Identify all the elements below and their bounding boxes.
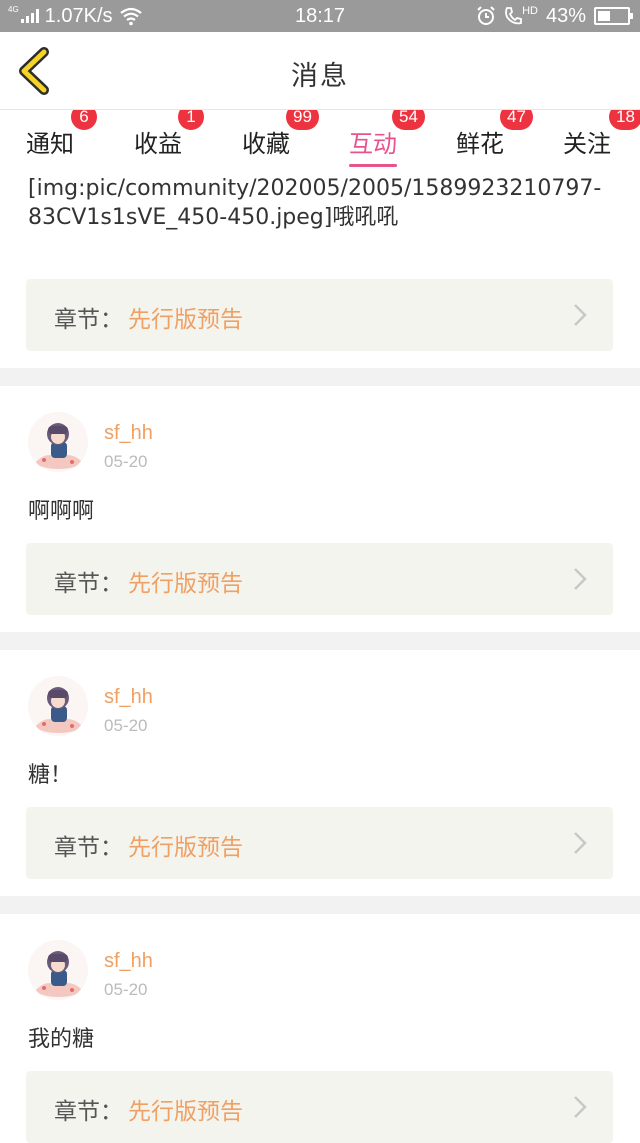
- chapter-label: 章节：: [54, 1099, 123, 1125]
- message-text: 糖！: [28, 763, 73, 788]
- tab-follow[interactable]: 关注: [563, 124, 611, 159]
- tab-bar: 通知 6 收益 1 收藏 99 互动 54 鲜花 47 关注 18: [0, 110, 640, 168]
- chapter-name: 先行版预告: [128, 307, 243, 333]
- chevron-right-icon: [574, 304, 587, 326]
- battery-percent: 43%: [545, 4, 586, 27]
- chapter-link[interactable]: 章节： 先行版预告: [26, 1071, 613, 1143]
- chapter-link[interactable]: 章节： 先行版预告: [26, 543, 613, 615]
- avatar-image: [28, 940, 88, 1000]
- chapter-label: 章节：: [54, 571, 123, 597]
- tab-badge: 6: [71, 110, 97, 130]
- list-item: sf_hh 05-20 啊啊啊 章节： 先行版预告: [0, 386, 640, 632]
- tab-label: 关注: [563, 130, 611, 158]
- message-text: [img:pic/community/202005/2005/158992321…: [28, 176, 602, 230]
- tab-badge: 47: [500, 110, 533, 130]
- chapter-label: 章节：: [54, 307, 123, 333]
- divider: [0, 896, 640, 914]
- tab-favorites[interactable]: 收藏: [242, 124, 290, 159]
- tab-badge: 54: [392, 110, 425, 130]
- tab-income[interactable]: 收益: [134, 124, 182, 159]
- chapter-name: 先行版预告: [128, 1099, 243, 1125]
- tab-label: 通知: [26, 130, 74, 158]
- status-right: HD 43%: [476, 4, 633, 27]
- tab-label: 互动: [349, 130, 397, 158]
- tab-notice[interactable]: 通知: [26, 124, 74, 159]
- hd-label: HD: [522, 5, 538, 17]
- post-date: 05-20: [104, 716, 148, 735]
- message-text: 我的糖: [28, 1027, 95, 1052]
- chapter-label: 章节：: [54, 835, 123, 861]
- avatar[interactable]: [28, 412, 88, 472]
- tab-label: 鲜花: [456, 130, 504, 158]
- username[interactable]: sf_hh: [104, 686, 153, 709]
- post-date: 05-20: [104, 452, 148, 471]
- tab-interaction[interactable]: 互动: [349, 124, 397, 167]
- avatar[interactable]: [28, 676, 88, 736]
- chapter-link[interactable]: 章节： 先行版预告: [26, 807, 613, 879]
- avatar-image: [28, 676, 88, 736]
- status-bar: 4G 1.07K/s 18:17 HD 43%: [0, 0, 640, 32]
- tab-label: 收藏: [242, 130, 290, 158]
- call-icon: [505, 7, 522, 25]
- battery-icon: [594, 7, 633, 25]
- chapter-name: 先行版预告: [128, 835, 243, 861]
- message-text: 啊啊啊: [28, 499, 95, 524]
- list-item: sf_hh 05-20 糖！ 章节： 先行版预告: [0, 650, 640, 896]
- title-bar: 消息: [0, 32, 640, 110]
- chapter-name: 先行版预告: [128, 571, 243, 597]
- chapter-link[interactable]: 章节： 先行版预告: [26, 279, 613, 351]
- list-item: sf_hh 05-20 我的糖 章节： 先行版预告: [0, 914, 640, 1143]
- chevron-right-icon: [574, 1096, 587, 1118]
- tab-badge: 18: [609, 110, 640, 130]
- active-tab-indicator: [349, 164, 397, 167]
- username[interactable]: sf_hh: [104, 950, 153, 973]
- post-date: 05-20: [104, 980, 148, 999]
- alarm-icon: [477, 6, 495, 25]
- tab-badge: 99: [286, 110, 319, 130]
- tab-label: 收益: [134, 130, 182, 158]
- divider: [0, 632, 640, 650]
- divider: [0, 368, 640, 386]
- tab-flowers[interactable]: 鲜花: [456, 124, 504, 159]
- list-item: [img:pic/community/202005/2005/158992321…: [0, 168, 640, 368]
- chevron-right-icon: [574, 568, 587, 590]
- username[interactable]: sf_hh: [104, 422, 153, 445]
- avatar-image: [28, 412, 88, 472]
- page-title: 消息: [291, 61, 349, 92]
- chevron-right-icon: [574, 832, 587, 854]
- tab-badge: 1: [178, 110, 204, 130]
- avatar[interactable]: [28, 940, 88, 1000]
